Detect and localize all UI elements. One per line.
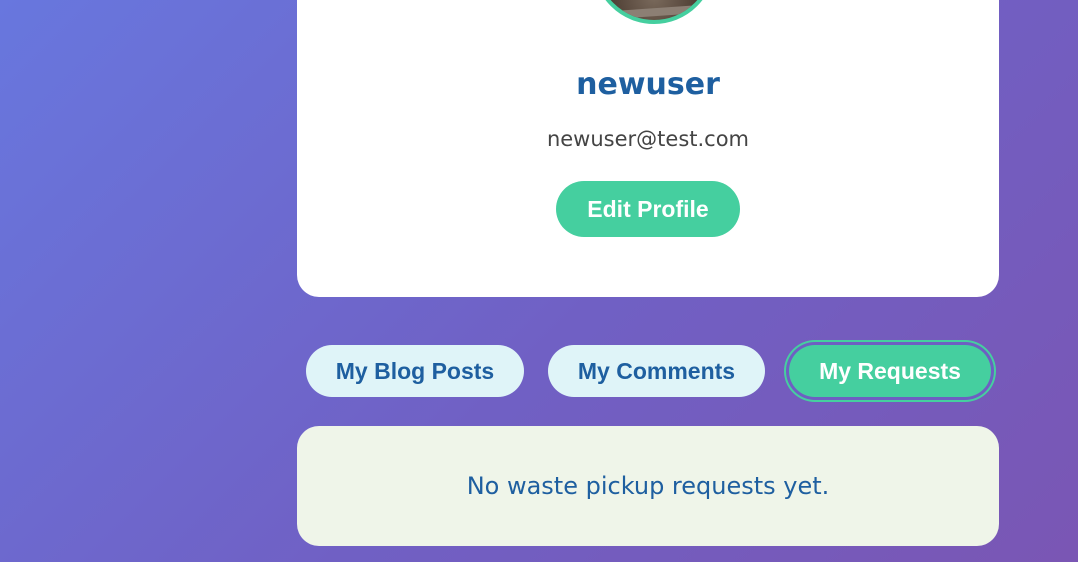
profile-username: newuser (576, 67, 720, 102)
requests-panel: No waste pickup requests yet. (297, 426, 999, 546)
tab-my-comments[interactable]: My Comments (548, 345, 765, 397)
empty-requests-message: No waste pickup requests yet. (466, 472, 830, 500)
tab-my-requests[interactable]: My Requests (789, 345, 991, 397)
tab-my-blog-posts[interactable]: My Blog Posts (306, 345, 524, 397)
profile-email: newuser@test.com (546, 127, 750, 151)
edit-profile-button[interactable]: Edit Profile (556, 181, 740, 237)
